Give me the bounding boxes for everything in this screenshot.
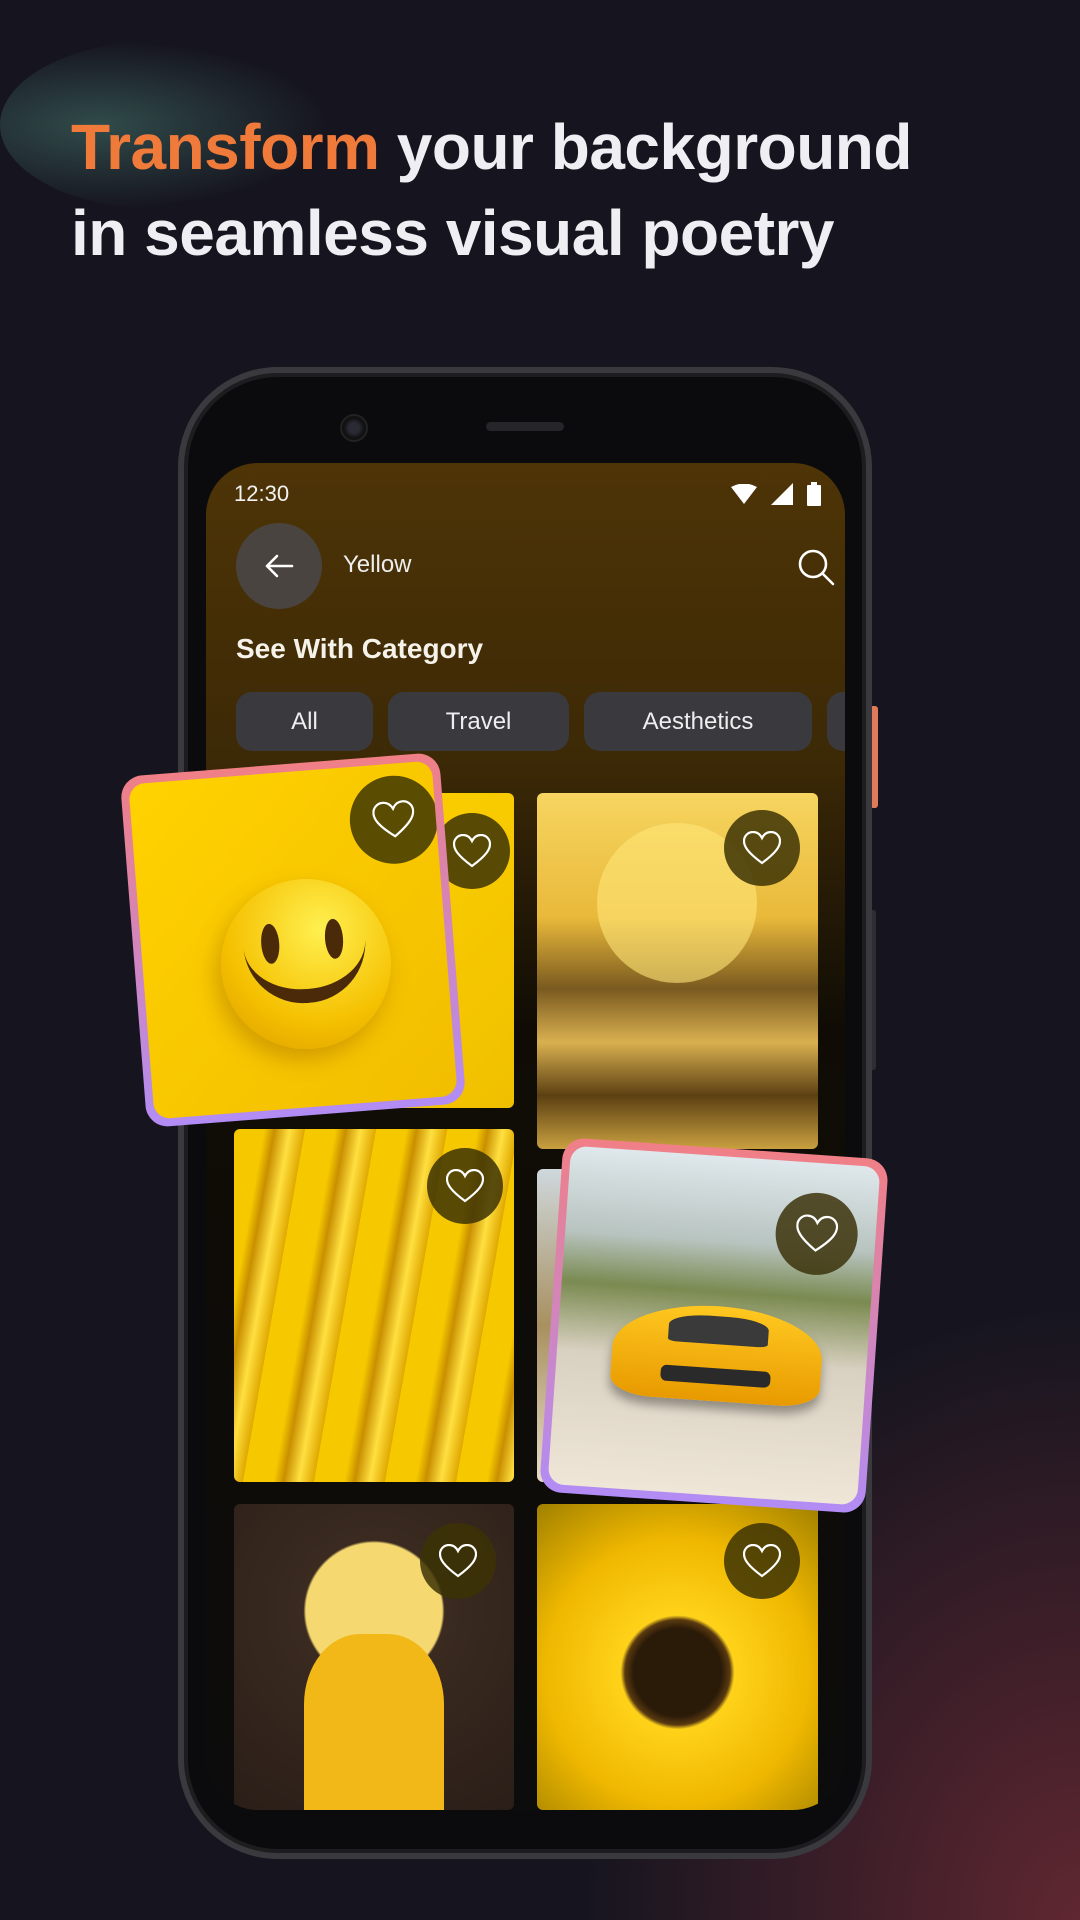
headline-line2: in seamless visual poetry: [71, 197, 835, 269]
search-button[interactable]: [796, 547, 836, 592]
camera-icon: [340, 414, 368, 442]
wifi-icon: [731, 484, 757, 504]
chip-more[interactable]: [827, 692, 845, 751]
heart-outline-icon: [453, 834, 491, 868]
wallpaper-abstract-tile[interactable]: [234, 1129, 514, 1482]
favorite-button[interactable]: [772, 1190, 861, 1278]
chip-travel[interactable]: Travel: [388, 692, 569, 751]
back-button[interactable]: [236, 523, 322, 609]
category-chips: All Travel Aesthetics: [236, 692, 845, 751]
featured-card-car[interactable]: [539, 1137, 889, 1514]
hoodie-shape: [304, 1634, 444, 1810]
status-bar: 12:30: [234, 479, 821, 509]
heart-outline-icon: [439, 1544, 477, 1578]
favorite-button[interactable]: [724, 810, 800, 886]
chip-all[interactable]: All: [236, 692, 373, 751]
headline: Transform your background in seamless vi…: [71, 104, 912, 276]
favorite-button[interactable]: [346, 772, 442, 868]
heart-outline-icon: [743, 831, 781, 865]
wallpaper-wave-tile[interactable]: [537, 793, 818, 1149]
wallpaper-girl-tile[interactable]: [234, 1504, 514, 1810]
smiley-face: [214, 872, 398, 1056]
status-time: 12:30: [234, 481, 290, 506]
signal-icon: [771, 483, 793, 505]
headline-accent: Transform: [71, 111, 380, 183]
battery-icon: [807, 482, 821, 506]
section-title: See With Category: [236, 633, 484, 664]
heart-outline-icon: [372, 800, 415, 838]
headline-line1: your background: [379, 111, 913, 183]
search-icon: [798, 549, 835, 586]
featured-card-smiley[interactable]: [119, 751, 467, 1129]
speaker-grille: [486, 422, 564, 431]
favorite-button[interactable]: [724, 1523, 800, 1599]
heart-outline-icon: [446, 1169, 484, 1203]
page-title: Yellow: [343, 551, 412, 578]
heart-outline-icon: [743, 1544, 781, 1578]
arrow-left-icon: [265, 554, 294, 578]
heart-outline-icon: [796, 1214, 839, 1252]
favorite-button[interactable]: [420, 1523, 496, 1599]
phone-screen: 12:30 Yellow See With Category All Trave…: [206, 463, 845, 1810]
wallpaper-sunflower-tile[interactable]: [537, 1504, 818, 1810]
favorite-button[interactable]: [427, 1148, 503, 1224]
car-shape: [608, 1299, 826, 1409]
chip-aesthetics[interactable]: Aesthetics: [584, 692, 812, 751]
